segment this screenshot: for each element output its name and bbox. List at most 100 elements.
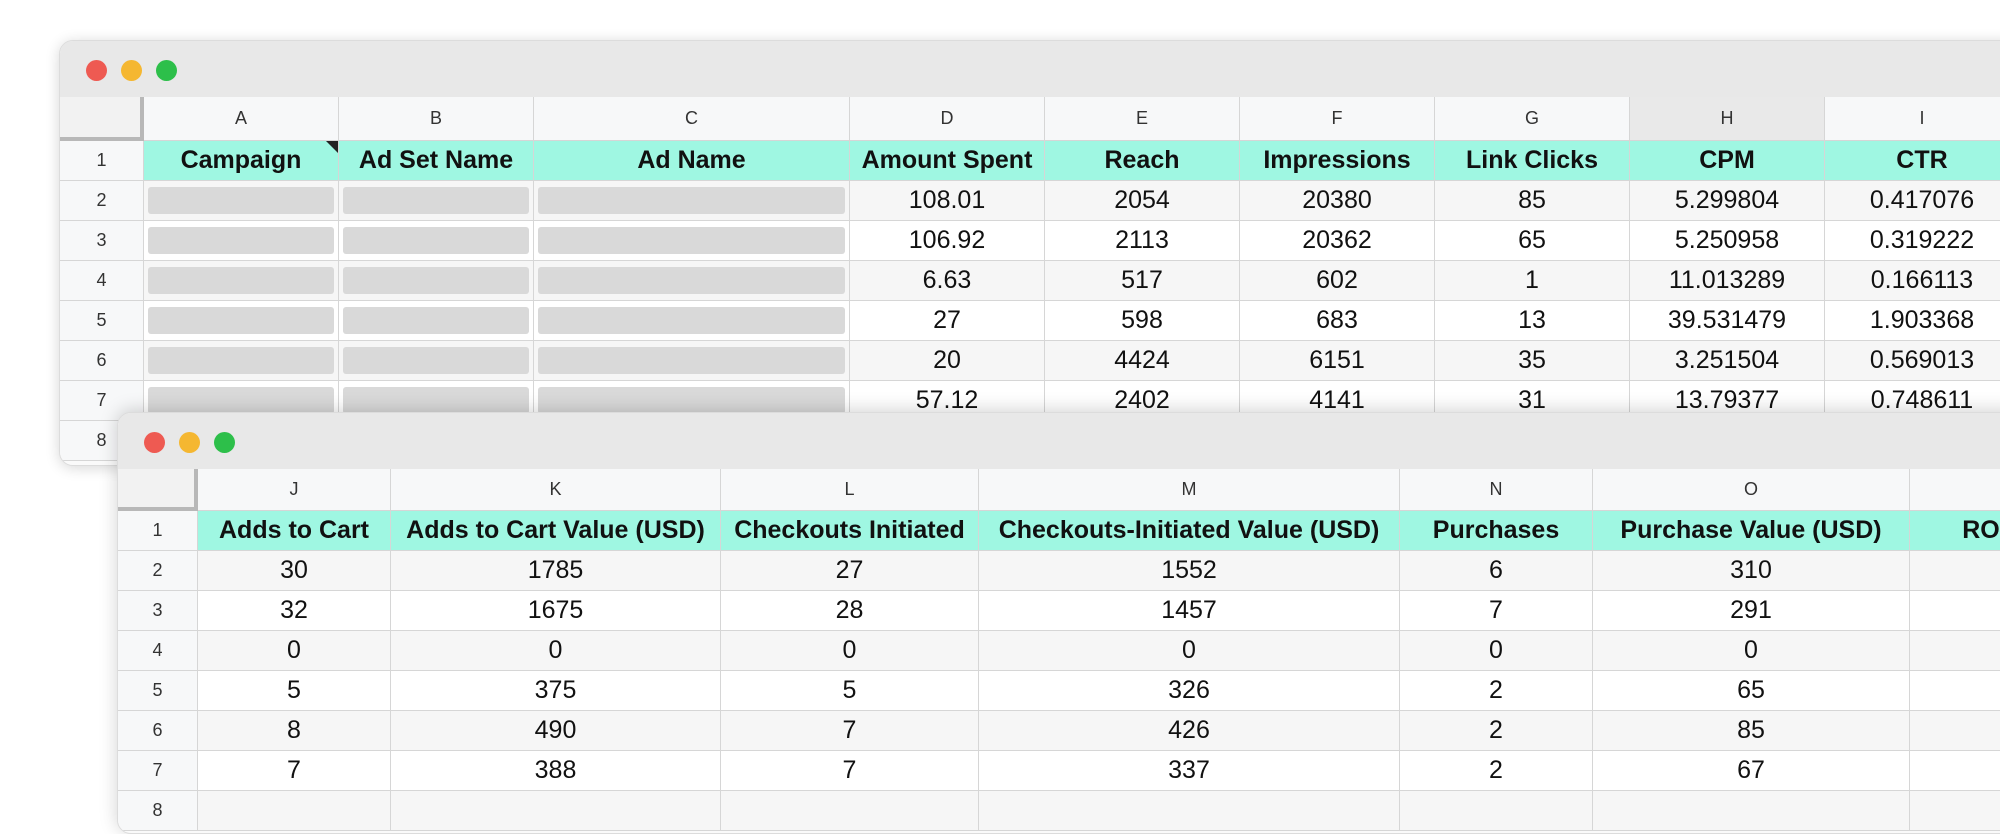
data-cell[interactable]: 39.531479 bbox=[1630, 301, 1825, 341]
data-cell[interactable]: 2113 bbox=[1045, 221, 1240, 261]
redacted-cell[interactable] bbox=[534, 221, 850, 261]
redacted-cell[interactable] bbox=[144, 341, 339, 381]
redacted-cell[interactable] bbox=[339, 301, 534, 341]
data-cell[interactable]: 0 bbox=[721, 631, 979, 671]
header-cell[interactable]: ROAS ( bbox=[1910, 511, 2000, 551]
row-header[interactable]: 7 bbox=[118, 751, 198, 791]
column-header[interactable]: M bbox=[979, 469, 1400, 511]
data-cell[interactable]: 6.63 bbox=[850, 261, 1045, 301]
data-cell[interactable]: 6151 bbox=[1240, 341, 1435, 381]
select-all-corner[interactable] bbox=[60, 97, 144, 141]
redacted-cell[interactable] bbox=[339, 221, 534, 261]
redacted-cell[interactable] bbox=[534, 301, 850, 341]
data-cell[interactable]: 20380 bbox=[1240, 181, 1435, 221]
data-cell[interactable] bbox=[979, 791, 1400, 831]
data-cell[interactable]: 1552 bbox=[979, 551, 1400, 591]
column-header[interactable]: O bbox=[1593, 469, 1910, 511]
header-cell[interactable]: Checkouts Initiated bbox=[721, 511, 979, 551]
data-cell[interactable]: 0.569013 bbox=[1825, 341, 2000, 381]
row-header[interactable]: 1 bbox=[118, 511, 198, 551]
header-cell[interactable]: Link Clicks bbox=[1435, 141, 1630, 181]
column-header[interactable]: J bbox=[198, 469, 391, 511]
column-header[interactable]: L bbox=[721, 469, 979, 511]
select-all-corner[interactable] bbox=[118, 469, 198, 511]
redacted-cell[interactable] bbox=[339, 261, 534, 301]
row-header[interactable]: 2 bbox=[118, 551, 198, 591]
data-cell[interactable]: 85 bbox=[1593, 711, 1910, 751]
data-cell[interactable] bbox=[1910, 591, 2000, 631]
header-cell[interactable]: Purchase Value (USD) bbox=[1593, 511, 1910, 551]
column-header[interactable]: A bbox=[144, 97, 339, 141]
column-header[interactable]: E bbox=[1045, 97, 1240, 141]
redacted-cell[interactable] bbox=[534, 261, 850, 301]
data-cell[interactable]: 6 bbox=[1400, 551, 1593, 591]
data-cell[interactable] bbox=[1910, 791, 2000, 831]
data-cell[interactable]: 7 bbox=[721, 711, 979, 751]
header-cell[interactable]: Impressions bbox=[1240, 141, 1435, 181]
redacted-cell[interactable] bbox=[144, 261, 339, 301]
data-cell[interactable]: 1675 bbox=[391, 591, 721, 631]
data-cell[interactable] bbox=[391, 791, 721, 831]
data-cell[interactable]: 85 bbox=[1435, 181, 1630, 221]
data-cell[interactable]: 7 bbox=[1400, 591, 1593, 631]
header-cell[interactable]: CTR bbox=[1825, 141, 2000, 181]
data-cell[interactable]: 0.319222 bbox=[1825, 221, 2000, 261]
header-cell[interactable]: CPM bbox=[1630, 141, 1825, 181]
data-cell[interactable]: 310 bbox=[1593, 551, 1910, 591]
data-cell[interactable]: 65 bbox=[1593, 671, 1910, 711]
column-header[interactable]: D bbox=[850, 97, 1045, 141]
data-cell[interactable]: 30 bbox=[198, 551, 391, 591]
data-cell[interactable]: 11.013289 bbox=[1630, 261, 1825, 301]
column-header[interactable]: G bbox=[1435, 97, 1630, 141]
header-cell[interactable]: Ad Set Name bbox=[339, 141, 534, 181]
redacted-cell[interactable] bbox=[534, 181, 850, 221]
row-header[interactable]: 5 bbox=[118, 671, 198, 711]
data-cell[interactable]: 1.903368 bbox=[1825, 301, 2000, 341]
data-cell[interactable] bbox=[721, 791, 979, 831]
data-cell[interactable]: 2 bbox=[1400, 711, 1593, 751]
data-cell[interactable]: 337 bbox=[979, 751, 1400, 791]
minimize-window-button[interactable] bbox=[121, 60, 142, 81]
data-cell[interactable]: 0.166113 bbox=[1825, 261, 2000, 301]
row-header[interactable]: 1 bbox=[60, 141, 144, 181]
data-cell[interactable]: 27 bbox=[721, 551, 979, 591]
row-header[interactable]: 6 bbox=[118, 711, 198, 751]
column-header[interactable]: C bbox=[534, 97, 850, 141]
data-cell[interactable] bbox=[1910, 671, 2000, 711]
title-bar[interactable] bbox=[60, 41, 2000, 98]
data-cell[interactable] bbox=[1400, 791, 1593, 831]
data-cell[interactable]: 13 bbox=[1435, 301, 1630, 341]
comment-indicator[interactable] bbox=[326, 141, 338, 153]
column-header[interactable]: K bbox=[391, 469, 721, 511]
data-cell[interactable] bbox=[1910, 751, 2000, 791]
redacted-cell[interactable] bbox=[144, 181, 339, 221]
data-cell[interactable]: 490 bbox=[391, 711, 721, 751]
data-cell[interactable]: 0 bbox=[979, 631, 1400, 671]
data-cell[interactable]: 0 bbox=[1593, 631, 1910, 671]
minimize-window-button[interactable] bbox=[179, 432, 200, 453]
row-header[interactable]: 4 bbox=[60, 261, 144, 301]
data-cell[interactable]: 5.299804 bbox=[1630, 181, 1825, 221]
data-cell[interactable]: 602 bbox=[1240, 261, 1435, 301]
data-cell[interactable]: 2 bbox=[1400, 671, 1593, 711]
data-cell[interactable]: 1 bbox=[1435, 261, 1630, 301]
data-cell[interactable]: 27 bbox=[850, 301, 1045, 341]
data-cell[interactable]: 1785 bbox=[391, 551, 721, 591]
data-cell[interactable]: 517 bbox=[1045, 261, 1240, 301]
data-cell[interactable]: 326 bbox=[979, 671, 1400, 711]
data-cell[interactable]: 65 bbox=[1435, 221, 1630, 261]
data-cell[interactable]: 108.01 bbox=[850, 181, 1045, 221]
data-cell[interactable]: 106.92 bbox=[850, 221, 1045, 261]
row-header[interactable]: 3 bbox=[60, 221, 144, 261]
data-cell[interactable]: 4424 bbox=[1045, 341, 1240, 381]
data-cell[interactable]: 0 bbox=[198, 631, 391, 671]
data-cell[interactable]: 67 bbox=[1593, 751, 1910, 791]
data-cell[interactable] bbox=[1910, 711, 2000, 751]
column-header[interactable] bbox=[1910, 469, 2000, 511]
data-cell[interactable] bbox=[198, 791, 391, 831]
data-cell[interactable]: 291 bbox=[1593, 591, 1910, 631]
data-cell[interactable] bbox=[1593, 791, 1910, 831]
redacted-cell[interactable] bbox=[339, 341, 534, 381]
data-cell[interactable]: 5.250958 bbox=[1630, 221, 1825, 261]
redacted-cell[interactable] bbox=[144, 221, 339, 261]
